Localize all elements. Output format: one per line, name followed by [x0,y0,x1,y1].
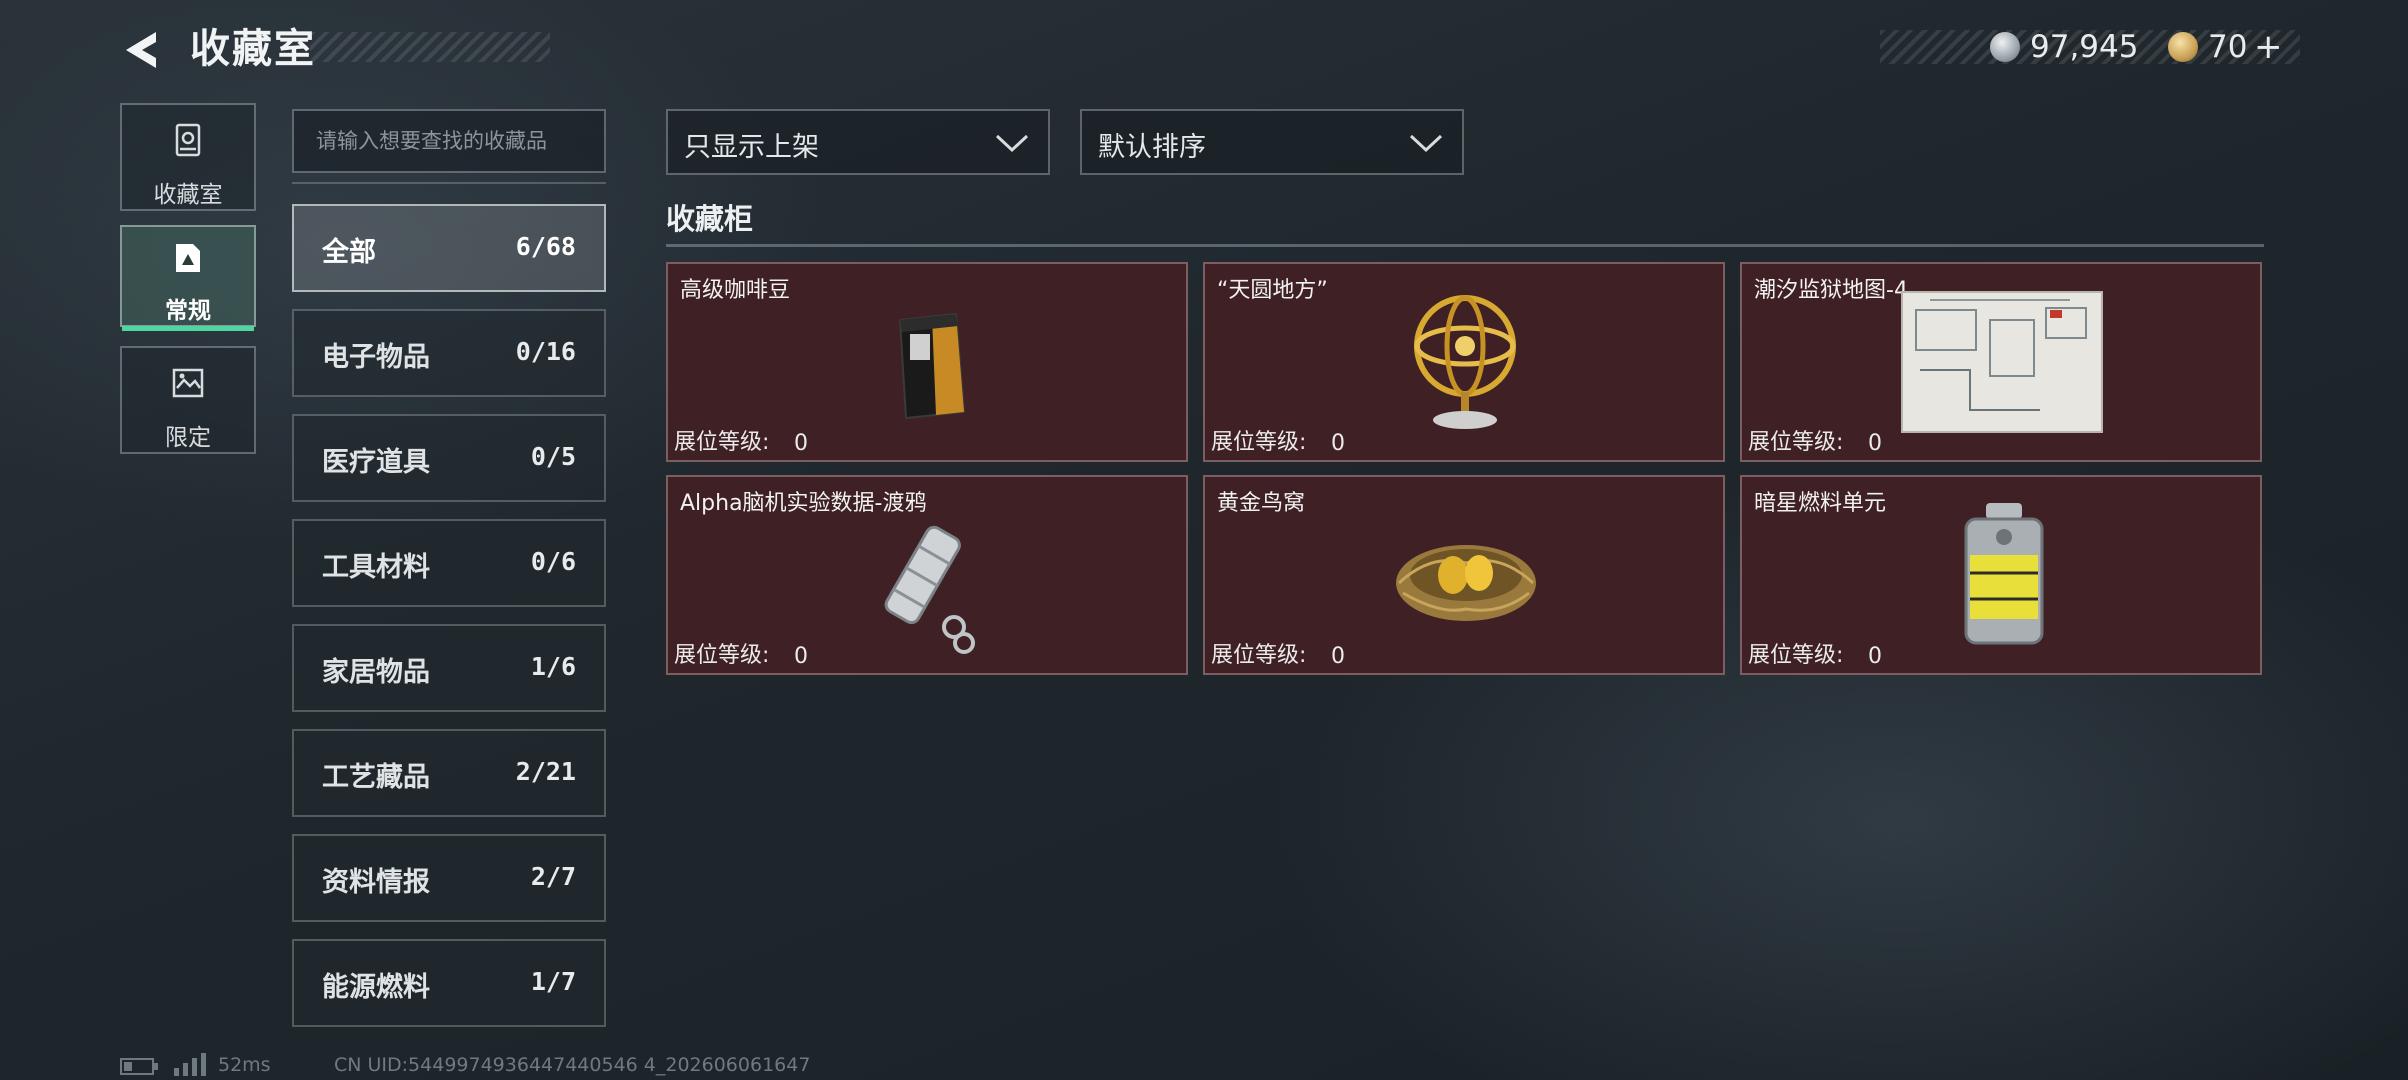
nav-limited[interactable]: 限定 [120,346,256,454]
category-name: 工艺藏品 [322,762,430,793]
gold-currency-value: 70 [2208,29,2248,65]
level-value: 0 [794,644,808,669]
category-count: 6/68 [515,232,576,261]
dropdown-value: 只显示上架 [684,132,819,163]
map-frame-icon [172,368,204,398]
title-decoration [310,32,550,62]
armillary-sphere-icon [1414,295,1516,429]
section-divider [666,244,2264,247]
divider [292,182,606,184]
battery-icon [120,1058,158,1075]
category-household[interactable]: 家居物品 1/6 [292,624,606,712]
section-title: 收藏柜 [666,202,754,236]
item-name: 潮汐监狱地图-4 [1754,278,1908,303]
category-intel[interactable]: 资料情报 2/7 [292,834,606,922]
category-name: 资料情报 [322,867,430,898]
active-indicator [122,326,254,331]
item-card[interactable]: Alpha脑机实验数据-渡鸦 展位等级: 0 [666,475,1188,675]
item-card[interactable]: 高级咖啡豆 展位等级: 0 [666,262,1188,462]
search-input[interactable] [292,109,606,173]
back-arrow-icon [126,32,156,68]
level-value: 0 [1331,644,1345,669]
level-label: 展位等级: [674,643,770,668]
category-energy[interactable]: 能源燃料 1/7 [292,939,606,1027]
map-document-icon [1901,291,2103,433]
uid-text: CN UID:5449974936447440546 4_20260606164… [334,1054,811,1076]
item-name: 高级咖啡豆 [680,278,791,303]
level-label: 展位等级: [674,430,770,455]
item-name: “天圆地方” [1217,278,1328,303]
category-all[interactable]: 全部 6/68 [292,204,606,292]
category-count: 0/16 [515,337,576,366]
category-count: 1/6 [530,652,576,681]
back-button[interactable] [118,26,166,74]
category-medical[interactable]: 医疗道具 0/5 [292,414,606,502]
chevron-down-icon [995,134,1029,153]
silver-currency-value: 97,945 [2030,29,2139,65]
category-count: 2/7 [530,862,576,891]
level-value: 0 [1868,431,1882,456]
sort-dropdown[interactable]: 默认排序 [1080,109,1464,175]
item-name: 黄金鸟窝 [1217,491,1306,516]
nav-label: 限定 [165,425,211,451]
silver-coin-icon [1990,32,2020,62]
category-count: 0/6 [530,547,576,576]
category-name: 工具材料 [322,552,430,583]
golden-nest-icon [1396,545,1536,621]
fuel-canister-icon [1964,503,2044,645]
item-card[interactable]: 潮汐监狱地图-4 展位等级: 0 [1740,262,2262,462]
shelf-filter-dropdown[interactable]: 只显示上架 [666,109,1050,175]
category-tools[interactable]: 工具材料 0/6 [292,519,606,607]
category-count: 1/7 [530,967,576,996]
dropdown-value: 默认排序 [1098,132,1206,163]
chevron-down-icon [1409,134,1443,153]
category-count: 0/5 [530,442,576,471]
nav-collection-room[interactable]: 收藏室 [120,103,256,211]
cabinet-icon [175,123,201,157]
category-count: 2/21 [515,757,576,786]
coffee-bag-icon [898,312,966,420]
item-name: 暗星燃料单元 [1754,491,1887,516]
category-crafts[interactable]: 工艺藏品 2/21 [292,729,606,817]
level-label: 展位等级: [1748,430,1844,455]
category-electronics[interactable]: 电子物品 0/16 [292,309,606,397]
signal-icon [174,1053,206,1076]
category-name: 全部 [322,237,376,268]
level-value: 0 [1331,431,1345,456]
page-title: 收藏室 [190,26,316,72]
frame-icon [176,244,200,272]
category-name: 家居物品 [322,657,430,688]
data-cylinder-icon [884,525,975,654]
level-value: 0 [794,431,808,456]
add-currency-button[interactable]: + [2254,26,2283,68]
category-name: 医疗道具 [322,447,430,478]
level-label: 展位等级: [1748,643,1844,668]
category-name: 电子物品 [322,342,430,373]
level-value: 0 [1868,644,1882,669]
category-name: 能源燃料 [322,972,430,1003]
nav-label: 常规 [165,298,211,324]
ping-text: 52ms [218,1054,271,1076]
gold-coin-icon [2168,32,2198,62]
level-label: 展位等级: [1211,643,1307,668]
nav-label: 收藏室 [153,182,223,208]
item-card[interactable]: 暗星燃料单元 展位等级: 0 [1740,475,2262,675]
item-card[interactable]: “天圆地方” 展位等级: 0 [1203,262,1725,462]
level-label: 展位等级: [1211,430,1307,455]
nav-regular[interactable]: 常规 [120,225,256,331]
item-card[interactable]: 黄金鸟窝 展位等级: 0 [1203,475,1725,675]
